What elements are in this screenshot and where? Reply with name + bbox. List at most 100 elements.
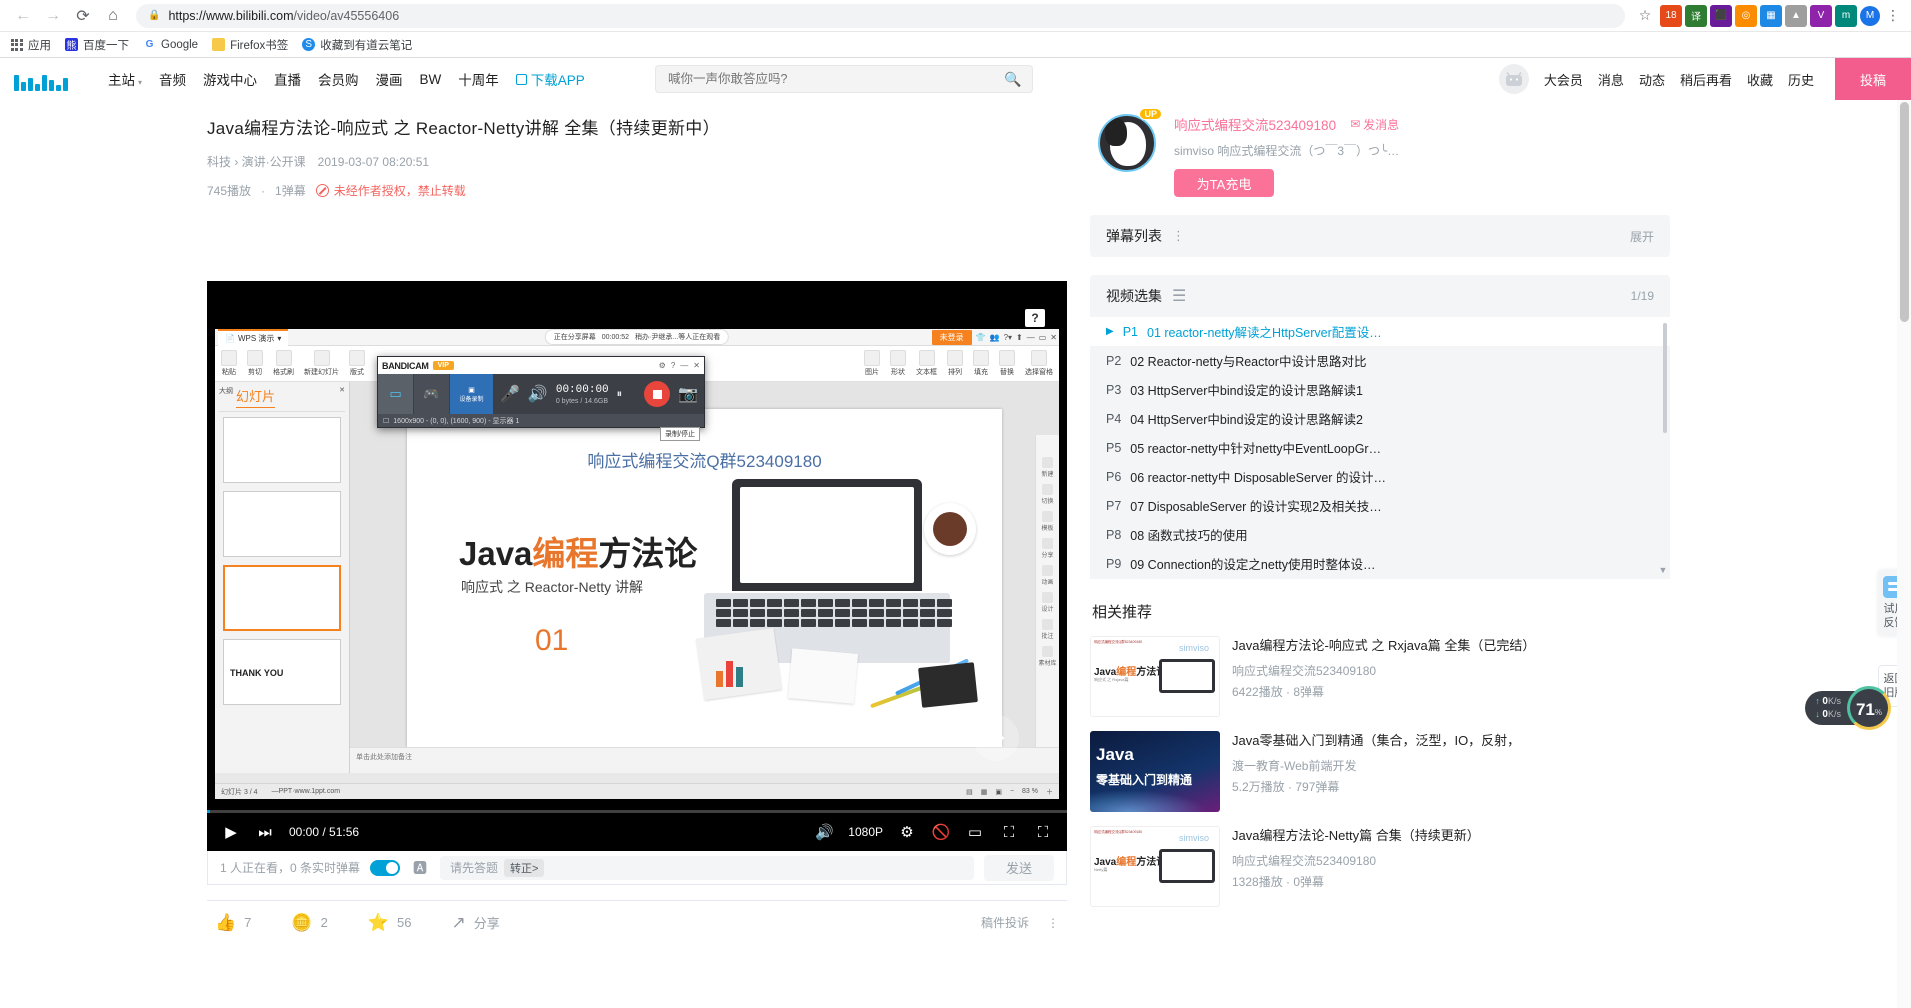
episode-item-p9[interactable]: P9 09 Connection的设定之netty使用时整体设… xyxy=(1090,549,1670,578)
device-mode-icon[interactable]: ▣ 设备录制 xyxy=(450,374,494,414)
page-scrollbar[interactable] xyxy=(1897,100,1911,1008)
tv-avatar-icon[interactable] xyxy=(1498,64,1529,94)
bandicam-minimize-icon[interactable]: — xyxy=(680,361,688,370)
recommend-uploader[interactable]: 响应式编程交流523409180 xyxy=(1232,662,1535,679)
header-nav-dynamic[interactable]: 动态 xyxy=(1639,70,1665,89)
episode-item-p4[interactable]: P4 04 HttpServer中bind设定的设计思路解读2 xyxy=(1090,404,1670,433)
recommend-item[interactable]: Java 零基础入门到精通 Java零基础入门到精通（集合，泛型，IO，反射， … xyxy=(1090,731,1670,812)
help-badge-icon[interactable]: ? xyxy=(1025,309,1045,327)
bookmark-star-icon[interactable]: ☆ xyxy=(1633,7,1657,24)
pause-icon[interactable]: ⏸ xyxy=(617,388,623,401)
download-app-button[interactable]: 下载APP xyxy=(515,69,585,89)
header-nav-messages[interactable]: 消息 xyxy=(1598,70,1624,89)
game-mode-icon[interactable]: 🎮 xyxy=(414,374,450,414)
microphone-icon[interactable]: 🎤 xyxy=(500,384,520,404)
thumbnail-close-icon[interactable]: ✕ xyxy=(339,386,345,408)
search-bar[interactable]: 🔍 xyxy=(655,65,1033,93)
send-message-button[interactable]: ✉ 发消息 xyxy=(1350,116,1399,133)
episode-scrollbar[interactable] xyxy=(1663,323,1667,433)
forward-arrow-icon[interactable]: → xyxy=(38,1,68,31)
rail-design[interactable]: 设计 xyxy=(1041,592,1054,613)
back-arrow-icon[interactable]: ← xyxy=(8,1,38,31)
search-input[interactable] xyxy=(668,72,1000,86)
settings-gear-icon[interactable]: ⚙ xyxy=(897,822,917,842)
recommend-item[interactable]: 响应式编程交流Q群523409180 simviso Java编程方法论 Net… xyxy=(1090,826,1670,907)
kebab-menu-icon[interactable]: ⋮ xyxy=(1172,228,1186,244)
episode-item-p5[interactable]: P5 05 reactor-netty中针对netty中EventLoopGr… xyxy=(1090,433,1670,462)
favorite-button[interactable]: ⭐ 56 xyxy=(368,913,412,933)
status-view-normal-icon[interactable]: ▤ xyxy=(966,788,973,796)
uploader-name[interactable]: 响应式编程交流523409180 xyxy=(1174,114,1336,134)
volume-icon[interactable]: 🔊 xyxy=(814,822,834,842)
slide-thumbnail[interactable] xyxy=(223,491,341,557)
nav-item-game[interactable]: 游戏中心 xyxy=(203,69,257,89)
episode-item-p10[interactable]: P1010 Connection的设定之netty使用时整体设… xyxy=(1090,578,1670,579)
danmaku-expand-button[interactable]: 展开 xyxy=(1630,228,1654,245)
nav-item-bw[interactable]: BW xyxy=(420,72,442,87)
rail-template[interactable]: 模板 xyxy=(1041,511,1054,532)
episode-item-p3[interactable]: P3 03 HttpServer中bind设定的设计思路解读1 xyxy=(1090,375,1670,404)
subtitle-icon[interactable]: ▭ xyxy=(965,822,985,842)
rail-share[interactable]: 分享 xyxy=(1041,538,1054,559)
like-button[interactable]: 👍 7 xyxy=(215,913,251,933)
extension-icon-3[interactable]: ⬛ xyxy=(1710,4,1732,27)
recommend-thumbnail[interactable]: 响应式编程交流Q群523409180 simviso Java编程方法论 Net… xyxy=(1090,826,1220,907)
bookmark-apps[interactable]: 应用 xyxy=(10,37,51,53)
progress-bar[interactable] xyxy=(207,810,1067,813)
extension-icon-6[interactable]: ▲ xyxy=(1785,4,1807,27)
rail-new[interactable]: 新建 xyxy=(1041,457,1054,478)
nav-item-audio[interactable]: 音频 xyxy=(159,69,186,89)
danmaku-toggle-icon[interactable] xyxy=(370,859,401,876)
current-slide[interactable]: 响应式编程交流Q群523409180 Java编程方法论 响应式 之 React… xyxy=(407,408,1002,747)
bookmark-baidu[interactable]: 熊 百度一下 xyxy=(65,37,129,53)
widescreen-icon[interactable]: ⛶ xyxy=(999,822,1019,842)
episode-item-p1[interactable]: ▶ P1 01 reactor-netty解读之HttpServer配置设… xyxy=(1090,317,1670,346)
danmaku-off-icon[interactable]: 🚫 xyxy=(931,822,951,842)
episode-item-p8[interactable]: P8 08 函数式技巧的使用 xyxy=(1090,520,1670,549)
rail-material[interactable]: 素材库 xyxy=(1038,646,1057,667)
recommend-name[interactable]: Java编程方法论-Netty篇 合集（持续更新） xyxy=(1232,826,1480,846)
extension-icon-4[interactable]: ◎ xyxy=(1735,4,1757,27)
next-episode-icon[interactable]: ⏭ xyxy=(255,822,275,842)
bandicam-help-icon[interactable]: ? xyxy=(671,361,675,370)
bookmark-firefox[interactable]: Firefox书签 xyxy=(212,37,288,53)
bandicam-settings-icon[interactable]: ⚙ xyxy=(659,361,666,370)
share-button[interactable]: ↗ 分享 xyxy=(451,913,499,933)
slide-thumbnail[interactable]: THANK YOU xyxy=(223,639,341,705)
recommend-thumbnail[interactable]: 响应式编程交流Q群523409180 simviso Java编程方法论 响应式… xyxy=(1090,636,1220,717)
rail-animation[interactable]: 动画 xyxy=(1041,565,1054,586)
recommend-name[interactable]: Java零基础入门到精通（集合，泛型，IO，反射， xyxy=(1232,731,1520,751)
episode-item-p6[interactable]: P6 06 reactor-netty中 DisposableServer 的设计… xyxy=(1090,462,1670,491)
status-zoom-in-icon[interactable]: ＋ xyxy=(1046,787,1053,797)
status-view-reading-icon[interactable]: ▣ xyxy=(995,788,1002,796)
speaker-icon[interactable]: 🔊 xyxy=(528,384,548,404)
status-view-sorter-icon[interactable]: ▦ xyxy=(981,788,988,796)
slide-notes-bar[interactable]: 单击此处添加备注 xyxy=(350,747,1059,773)
recommend-item[interactable]: 响应式编程交流Q群523409180 simviso Java编程方法论 响应式… xyxy=(1090,636,1670,717)
episode-scroll-down-icon[interactable]: ▼ xyxy=(1656,565,1670,575)
network-monitor-widget[interactable]: ↑ 0K/s ↓ 0K/s 71% xyxy=(1805,686,1891,730)
extension-icon-2[interactable]: 译 xyxy=(1685,4,1707,27)
extension-icon-7[interactable]: V xyxy=(1810,4,1832,27)
slide-thumbnail[interactable] xyxy=(223,417,341,483)
nav-item-shop[interactable]: 会员购 xyxy=(318,69,359,89)
rail-transition[interactable]: 切换 xyxy=(1041,484,1054,505)
up-avatar-icon[interactable]: UP xyxy=(1098,108,1162,176)
extension-icon-8[interactable]: m xyxy=(1835,4,1857,27)
header-nav-watchlater[interactable]: 稍后再看 xyxy=(1680,70,1732,89)
status-zoom-out-icon[interactable]: − xyxy=(1010,788,1014,795)
bandicam-checkbox[interactable]: ☐ xyxy=(383,417,389,425)
address-bar[interactable]: 🔒 https://www.bilibili.com/video/av45556… xyxy=(136,3,1625,28)
video-player[interactable]: ? 📄 WPS 演示 ▾ 正在分享屏幕 00:00:52 稍办·尹继承...等人… xyxy=(207,281,1067,851)
recommend-thumbnail[interactable]: Java 零基础入门到精通 xyxy=(1090,731,1220,812)
danmaku-input[interactable]: 请先答题 转正> xyxy=(440,855,974,880)
bandicam-close-icon[interactable]: ✕ xyxy=(693,361,700,370)
more-vertical-icon[interactable]: ⋮ xyxy=(1047,916,1059,930)
video-category[interactable]: 科技 › 演讲·公开课 xyxy=(207,153,306,170)
player-screen[interactable]: ? 📄 WPS 演示 ▾ 正在分享屏幕 00:00:52 稍办·尹继承...等人… xyxy=(207,281,1067,813)
tab-slides[interactable]: 幻灯片 xyxy=(236,386,276,408)
episode-item-p7[interactable]: P7 07 DisposableServer 的设计实现2及相关技… xyxy=(1090,491,1670,520)
send-button[interactable]: 发送 xyxy=(984,854,1054,881)
list-icon[interactable]: ☰ xyxy=(1172,286,1186,306)
danmaku-exam-pill[interactable]: 转正> xyxy=(504,858,545,877)
